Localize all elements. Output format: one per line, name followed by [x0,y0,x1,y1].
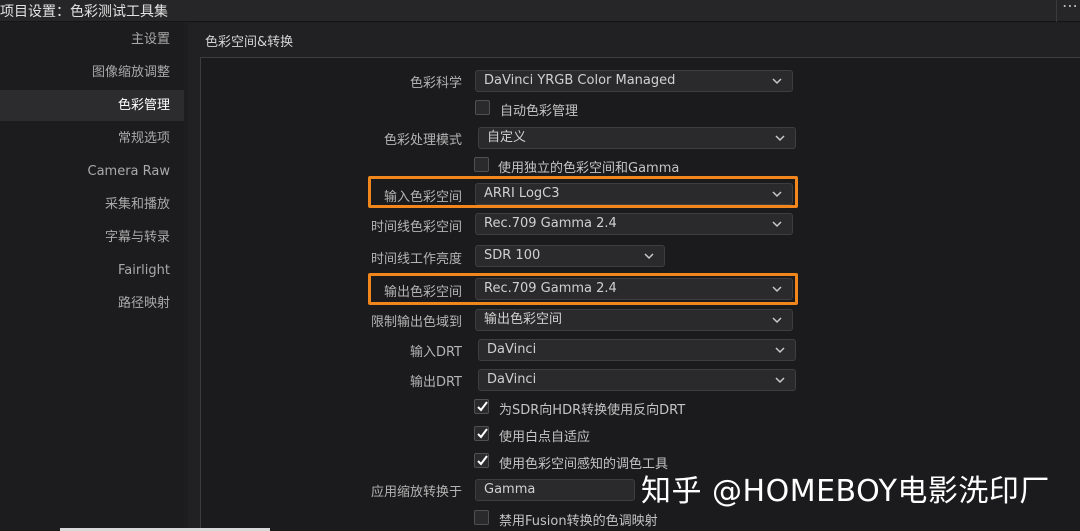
white-point-adaptation-label: 使用白点自适应 [499,430,591,445]
chevron-down-icon [772,191,782,198]
inverse-drt-checkbox[interactable] [474,399,489,414]
color-processing-mode-dropdown[interactable]: 自定义 [478,127,796,149]
color-processing-mode-value: 自定义 [487,130,527,145]
chevron-down-icon [772,221,782,228]
sidebar-item-master-settings[interactable]: 主设置 [0,24,184,55]
sidebar-item-image-scaling[interactable]: 图像缩放调整 [0,57,184,88]
title-divider [1056,0,1057,22]
input-drt-dropdown[interactable]: DaVinci [478,339,796,361]
input-drt-value: DaVinci [487,342,537,357]
limit-output-gamut-dropdown[interactable]: 输出色彩空间 [475,309,793,331]
check-icon [477,401,488,412]
chevron-down-icon [775,347,785,354]
input-color-space-dropdown[interactable]: ARRI LogC3 [475,183,793,205]
color-processing-mode-label: 色彩处理模式 [383,133,462,148]
sidebar-item-camera-raw[interactable]: Camera Raw [0,156,184,187]
chevron-down-icon [772,286,782,293]
sidebar-item-capture-playback[interactable]: 采集和播放 [0,189,184,220]
sidebar-item-subtitles[interactable]: 字幕与转录 [0,222,184,253]
color-science-label: 色彩科学 [409,76,462,91]
section-title: 色彩空间&转换 [205,35,294,50]
timeline-color-space-value: Rec.709 Gamma 2.4 [484,216,617,231]
output-color-space-label: 输出色彩空间 [383,285,462,300]
settings-sidebar: 主设置 图像缩放调整 色彩管理 常规选项 Camera Raw 采集和播放 字幕… [0,23,184,531]
separate-color-space-label: 使用独立的色彩空间和Gamma [498,161,680,176]
chevron-down-icon [772,317,782,324]
window-title: 项目设置：色彩测试工具集 [0,4,168,20]
limit-output-gamut-label: 限制输出色域到 [370,315,462,330]
chevron-down-icon [644,253,654,260]
input-color-space-label: 输入色彩空间 [383,190,462,205]
auto-color-management-checkbox[interactable] [475,100,490,115]
auto-color-management-label: 自动色彩管理 [500,104,579,119]
sidebar-item-general-options[interactable]: 常规选项 [0,123,184,154]
input-drt-label: 输入DRT [409,345,462,360]
check-icon [477,455,488,466]
apply-resize-transform-label: 应用缩放转换于 [370,485,462,500]
output-drt-dropdown[interactable]: DaVinci [478,369,796,391]
separate-color-space-checkbox[interactable] [474,157,489,172]
apply-resize-transform-dropdown[interactable]: Gamma [475,479,635,501]
disable-fusion-tonemap-label: 禁用Fusion转换的色调映射 [499,514,658,529]
disable-fusion-tonemap-checkbox[interactable] [474,510,489,525]
color-aware-tools-checkbox[interactable] [474,453,489,468]
watermark: 知乎 @HOMEBOY电影洗印厂 [641,474,1050,509]
title-bar: 项目设置：色彩测试工具集 ⋯ [0,0,1080,22]
color-science-dropdown[interactable]: DaVinci YRGB Color Managed [475,70,793,92]
sidebar-item-path-mapping[interactable]: 路径映射 [0,288,184,319]
timeline-color-space-label: 时间线色彩空间 [370,220,462,235]
color-science-value: DaVinci YRGB Color Managed [484,73,676,88]
white-point-adaptation-checkbox[interactable] [474,426,489,441]
output-drt-value: DaVinci [487,372,537,387]
input-color-space-value: ARRI LogC3 [484,186,560,201]
timeline-working-luminance-label: 时间线工作亮度 [370,252,462,267]
output-color-space-dropdown[interactable]: Rec.709 Gamma 2.4 [475,278,793,300]
output-color-space-value: Rec.709 Gamma 2.4 [484,281,617,296]
timeline-working-luminance-value: SDR 100 [484,248,541,263]
sidebar-item-color-management[interactable]: 色彩管理 [0,90,184,121]
chevron-down-icon [775,135,785,142]
apply-resize-transform-value: Gamma [484,482,536,497]
sidebar-item-fairlight[interactable]: Fairlight [0,255,184,286]
timeline-working-luminance-dropdown[interactable]: SDR 100 [475,245,665,267]
more-options-icon[interactable]: ⋯ [1062,0,1079,15]
output-drt-label: 输出DRT [409,375,462,390]
chevron-down-icon [772,78,782,85]
limit-output-gamut-value: 输出色彩空间 [484,312,563,327]
inverse-drt-label: 为SDR向HDR转换使用反向DRT [499,403,686,418]
timeline-color-space-dropdown[interactable]: Rec.709 Gamma 2.4 [475,213,793,235]
chevron-down-icon [775,377,785,384]
check-icon [477,428,488,439]
